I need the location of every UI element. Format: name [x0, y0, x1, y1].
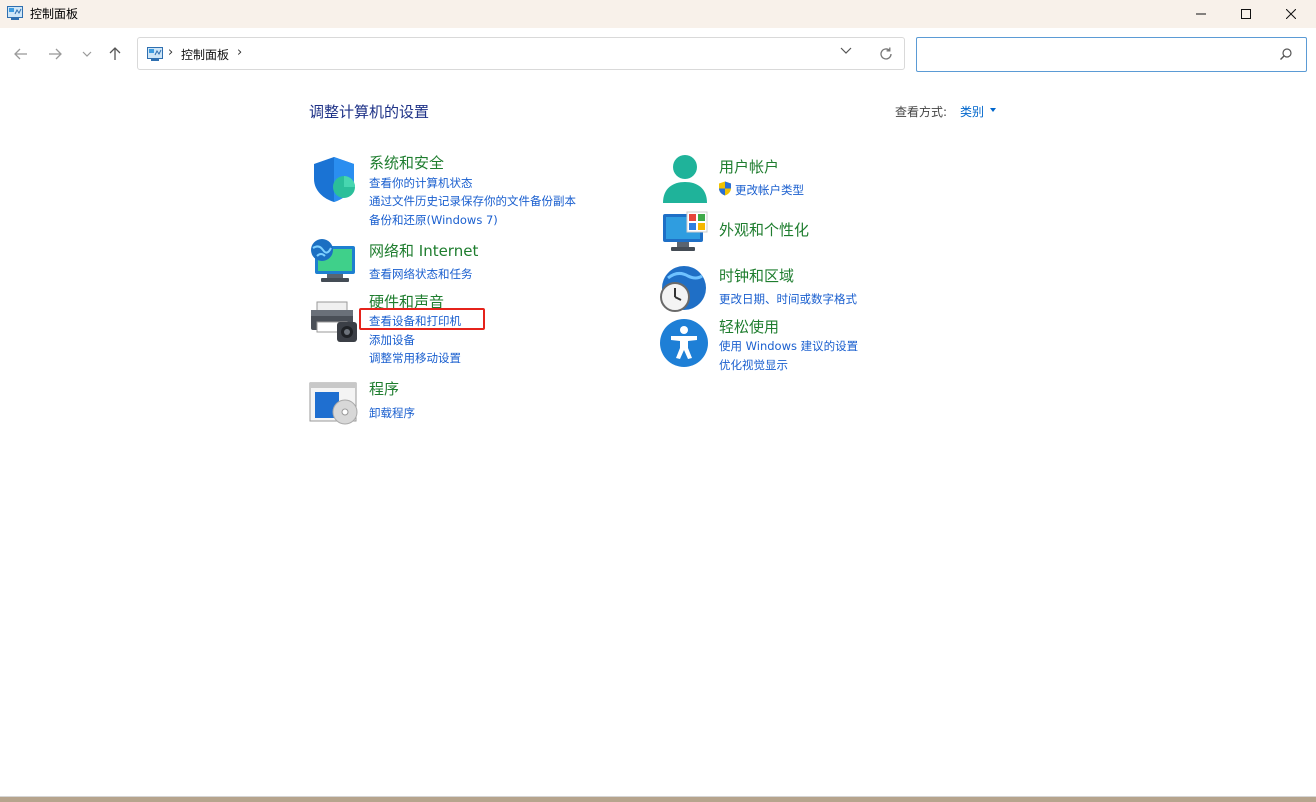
clock-globe-icon[interactable] — [658, 264, 708, 314]
link-windows-recommended-settings[interactable]: 使用 Windows 建议的设置 — [719, 338, 858, 354]
link-devices-printers[interactable]: 查看设备和打印机 — [369, 313, 461, 329]
uac-shield-icon — [719, 181, 731, 196]
arrow-left-icon — [14, 48, 27, 60]
network-globe-icon[interactable] — [309, 238, 359, 286]
category-ease-of-access[interactable]: 轻松使用 — [719, 316, 779, 337]
back-button[interactable] — [10, 43, 32, 65]
link-view-computer-status[interactable]: 查看你的计算机状态 — [369, 175, 473, 191]
chevron-down-icon — [82, 51, 92, 57]
search-icon[interactable] — [1279, 47, 1293, 61]
window-title: 控制面板 — [30, 7, 79, 21]
address-box[interactable]: › 控制面板 › — [137, 37, 905, 70]
breadcrumb-separator-icon[interactable]: › — [168, 45, 173, 60]
appearance-icon[interactable] — [661, 210, 709, 254]
search-input[interactable] — [925, 44, 1269, 66]
link-optimize-visual-display[interactable]: 优化视觉显示 — [719, 357, 788, 373]
link-change-date-time-format[interactable]: 更改日期、时间或数字格式 — [719, 291, 857, 307]
category-programs[interactable]: 程序 — [369, 378, 399, 399]
category-appearance-personalization[interactable]: 外观和个性化 — [719, 219, 809, 240]
printer-icon[interactable] — [309, 300, 359, 344]
category-clock-region[interactable]: 时钟和区域 — [719, 265, 794, 286]
security-shield-icon[interactable] — [310, 155, 358, 203]
refresh-icon[interactable] — [878, 46, 894, 62]
view-by-label: 查看方式: — [895, 105, 948, 119]
minimize-button[interactable] — [1178, 0, 1224, 28]
chevron-down-icon[interactable] — [840, 47, 852, 55]
maximize-icon — [1241, 9, 1251, 19]
link-uninstall-program[interactable]: 卸载程序 — [369, 405, 415, 421]
programs-icon[interactable] — [309, 382, 359, 428]
control-panel-window: 控制面板 › 控制面板 › 调整计算机的设置 查看方式: 类别 系统和安全 查看… — [0, 0, 1316, 797]
link-file-history-backup[interactable]: 通过文件历史记录保存你的文件备份副本 — [369, 193, 576, 209]
title-bar: 控制面板 — [0, 0, 1316, 28]
category-system-security[interactable]: 系统和安全 — [369, 152, 444, 173]
close-button[interactable] — [1268, 0, 1314, 28]
link-add-device[interactable]: 添加设备 — [369, 332, 415, 348]
control-panel-icon — [7, 6, 23, 20]
navigation-bar: › 控制面板 › — [0, 28, 1316, 80]
breadcrumb-separator-icon[interactable]: › — [237, 45, 242, 60]
page-title: 调整计算机的设置 — [309, 103, 430, 121]
link-change-account-type[interactable]: 更改帐户类型 — [735, 182, 804, 198]
minimize-icon — [1196, 13, 1206, 15]
maximize-button[interactable] — [1223, 0, 1269, 28]
desktop-background — [0, 797, 1316, 802]
view-by-dropdown[interactable]: 类别 — [960, 103, 984, 120]
forward-button[interactable] — [44, 43, 66, 65]
category-network-internet[interactable]: 网络和 Internet — [369, 240, 478, 261]
caret-down-icon[interactable] — [990, 108, 996, 112]
arrow-right-icon — [49, 48, 62, 60]
search-box[interactable] — [916, 37, 1307, 72]
recent-locations-button[interactable] — [76, 43, 98, 65]
link-network-status[interactable]: 查看网络状态和任务 — [369, 266, 473, 282]
up-button[interactable] — [104, 43, 126, 65]
close-icon — [1286, 9, 1296, 19]
link-backup-restore[interactable]: 备份和还原(Windows 7) — [369, 212, 498, 228]
control-panel-icon — [147, 47, 163, 61]
arrow-up-icon — [109, 47, 121, 60]
breadcrumb-control-panel[interactable]: 控制面板 — [181, 46, 229, 63]
link-mobility-settings[interactable]: 调整常用移动设置 — [369, 350, 461, 366]
accessibility-icon[interactable] — [659, 318, 709, 368]
user-account-icon[interactable] — [661, 154, 709, 204]
category-user-accounts[interactable]: 用户帐户 — [719, 156, 779, 177]
